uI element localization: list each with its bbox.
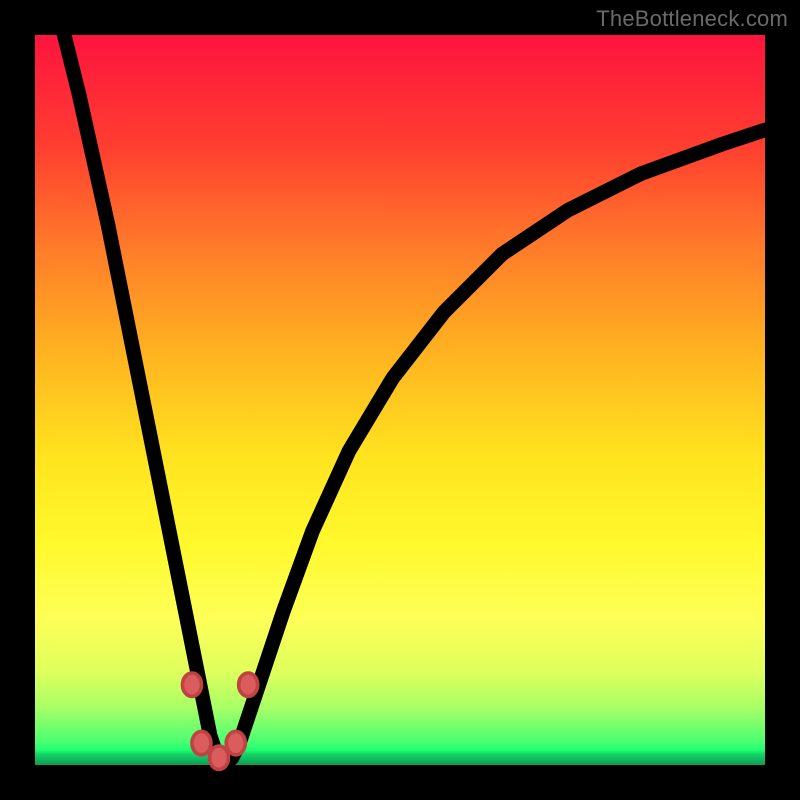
curve-marker: [239, 673, 258, 696]
curve-marker: [226, 731, 245, 754]
curve-left-branch: [64, 35, 225, 765]
curve-marker: [192, 731, 211, 754]
curve-marker: [209, 746, 228, 769]
curve-marker: [182, 673, 201, 696]
curve-right-branch: [225, 130, 765, 765]
chart-gradient-background: [35, 35, 765, 765]
watermark-text: TheBottleneck.com: [596, 6, 788, 32]
bottleneck-curve-svg: [35, 35, 765, 765]
